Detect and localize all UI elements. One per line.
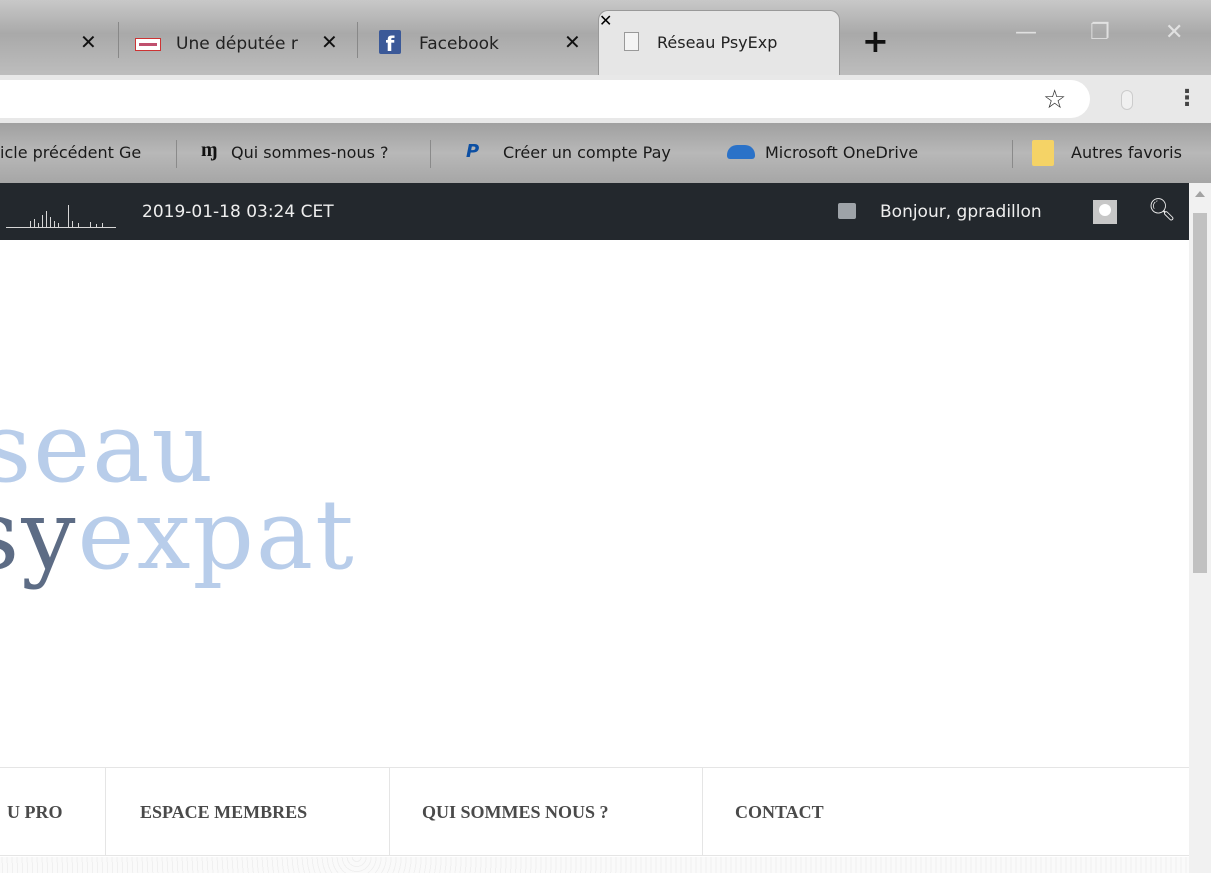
nav-separator [105,768,106,856]
new-tab-icon[interactable]: + [862,22,889,60]
logo-line-psyexpat: syexpat [0,480,356,590]
tab-label: Une députée r [176,33,298,54]
close-window-icon[interactable]: ✕ [1165,20,1183,45]
onedrive-icon [727,145,755,159]
star-icon[interactable]: ☆ [1043,85,1066,115]
bookmark-onedrive[interactable]: Microsoft OneDrive [765,143,918,162]
tab-une-deputee[interactable]: Une députée r ✕ [176,12,356,75]
bookmarks-bar: icle précédent Ge ɱ Qui sommes-nous ? P … [0,123,1211,183]
tab-label: Réseau PsyExp [657,33,778,52]
main-nav: U PRO ESPACE MEMBRES QUI SOMMES NOUS ? C… [0,767,1189,856]
nav-item-label: CONTACT [735,801,824,822]
tab-label: Facebook [419,33,499,54]
datetime-label: 2019-01-18 03:24 CET [142,202,334,222]
bookmark-creer-compte[interactable]: Créer un compte Pay [503,143,693,162]
newspaper-favicon-icon [135,38,161,51]
bookmark-article-precedent[interactable]: icle précédent Ge [0,143,172,162]
tab-facebook[interactable]: Facebook ✕ [419,12,589,75]
nav-item-qui-sommes-nous[interactable]: QUI SOMMES NOUS ? [422,768,609,856]
nav-item-pro[interactable]: U PRO [7,768,63,856]
nav-separator [702,768,703,856]
scroll-up-icon[interactable] [1195,191,1205,197]
close-icon[interactable]: ✕ [564,30,581,54]
site-logo[interactable]: seau syexpat [0,400,520,620]
page-icon [624,32,639,51]
avatar[interactable] [1093,200,1117,224]
tab-separator [357,22,358,58]
url-input[interactable] [0,80,1090,118]
address-bar [0,75,1211,123]
menu-icon[interactable]: ⋮ [1176,86,1198,111]
restore-icon[interactable]: ❐ [1090,20,1110,45]
decorative-pattern [0,857,1189,873]
tab-reseau-psyexpat[interactable]: Réseau PsyExp ✕ [598,10,840,76]
search-icon[interactable]: 🔍︎ [1148,198,1176,223]
stats-sparkline-icon[interactable] [6,205,116,229]
close-icon[interactable]: ✕ [321,30,338,54]
m-logo-icon: ɱ [201,139,218,161]
bookmark-qui-sommes-nous[interactable]: Qui sommes-nous ? [231,143,389,162]
nav-item-label: QUI SOMMES NOUS ? [422,801,609,822]
tab-previous[interactable]: ✕ [0,12,118,75]
paypal-icon: P [466,141,480,162]
facebook-icon: f [379,30,401,56]
minimize-icon[interactable]: — [1015,20,1037,45]
tab-strip: ✕ Une députée r ✕ f Facebook ✕ Réseau Ps… [0,0,1211,76]
scrollbar[interactable] [1189,183,1211,873]
nav-item-contact[interactable]: CONTACT [735,768,824,856]
bookmark-separator [176,140,177,168]
bookmark-autres-favoris[interactable]: Autres favoris [1071,143,1182,162]
admin-bar: 2019-01-18 03:24 CET Bonjour, gpradillon… [0,183,1189,240]
logo-expat-part: expat [77,479,356,591]
nav-item-label: U PRO [7,801,63,822]
bookmark-separator [430,140,431,168]
nav-separator [389,768,390,856]
extension-icon[interactable] [1121,90,1133,110]
close-icon[interactable]: ✕ [599,13,612,30]
folder-icon [1032,140,1054,166]
nav-item-label: ESPACE MEMBRES [140,801,308,822]
comment-icon[interactable] [838,203,856,219]
scroll-thumb[interactable] [1193,213,1207,573]
bookmark-separator [1012,140,1013,168]
user-greeting[interactable]: Bonjour, gpradillon [880,202,1042,222]
nav-item-espace-membres[interactable]: ESPACE MEMBRES [140,768,307,856]
close-icon[interactable]: ✕ [80,30,97,54]
logo-psy-part: sy [0,479,78,591]
tab-separator [118,22,119,58]
